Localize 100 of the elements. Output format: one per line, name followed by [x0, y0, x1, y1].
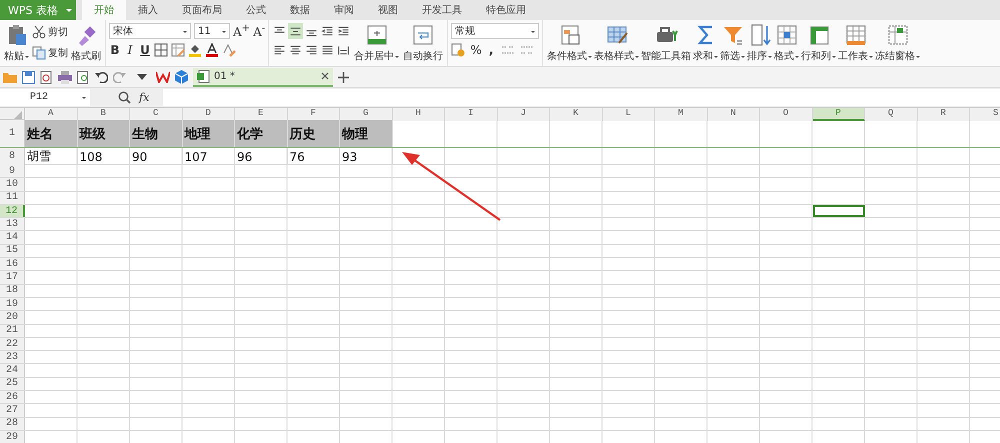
format-button[interactable]: 格式: [773, 23, 800, 63]
customize-caret-icon[interactable]: [137, 74, 147, 80]
column-header[interactable]: R: [918, 108, 970, 121]
column-header[interactable]: K: [550, 108, 602, 121]
print-preview-icon[interactable]: [77, 70, 90, 84]
ribbon-tab[interactable]: 页面布局: [170, 0, 234, 20]
row-header[interactable]: 28: [0, 418, 25, 430]
table-cell: 班级: [78, 120, 130, 147]
row-header[interactable]: 8: [0, 148, 25, 165]
row-header[interactable]: 18: [0, 284, 25, 297]
rowcol-button[interactable]: 行和列: [800, 23, 838, 63]
wps-logo-icon[interactable]: [156, 71, 170, 83]
column-header[interactable]: N: [708, 108, 760, 121]
ribbon-tab[interactable]: 审阅: [322, 0, 366, 20]
align-justify-icon: [321, 44, 334, 56]
column-header[interactable]: E: [235, 108, 288, 121]
selected-cell[interactable]: [812, 204, 865, 218]
row-header[interactable]: 23: [0, 351, 25, 364]
function-button[interactable]: fx: [139, 91, 150, 104]
print-icon[interactable]: [58, 70, 72, 84]
italic-button[interactable]: I: [124, 42, 136, 58]
close-icon[interactable]: [321, 72, 329, 80]
column-header[interactable]: G: [340, 108, 392, 121]
wrap-text-button[interactable]: 自动换行: [402, 23, 444, 63]
increase-font-size-button[interactable]: A$^{+}$: [233, 23, 250, 39]
undo-icon[interactable]: [95, 71, 108, 83]
row-header[interactable]: 25: [0, 378, 25, 390]
cube-icon[interactable]: [175, 70, 188, 84]
row-header[interactable]: 14: [0, 231, 25, 244]
toolbox-button[interactable]: 智能工具箱: [640, 23, 692, 63]
table-style-button[interactable]: 表格样式: [593, 23, 640, 63]
ribbon-tab[interactable]: 特色应用: [474, 0, 538, 20]
column-header[interactable]: S: [970, 108, 1000, 121]
merge-center-button[interactable]: 合并居中: [353, 23, 400, 63]
row-header[interactable]: 20: [0, 311, 25, 324]
bold-button[interactable]: B: [109, 42, 121, 58]
column-header[interactable]: D: [182, 108, 235, 121]
column-header[interactable]: C: [130, 108, 182, 121]
column-header[interactable]: B: [78, 108, 130, 121]
app-menu-caret-icon[interactable]: [62, 0, 76, 20]
column-header[interactable]: Q: [865, 108, 918, 121]
column-header[interactable]: M: [655, 108, 708, 121]
row-header[interactable]: 29: [0, 430, 25, 443]
align-left-icon: [273, 44, 286, 56]
cut-button[interactable]: 剪切: [32, 23, 68, 41]
export-icon[interactable]: [40, 70, 53, 84]
new-tab-icon[interactable]: [338, 72, 349, 82]
column-header[interactable]: F: [288, 108, 340, 121]
format-painter-button[interactable]: 格式刷: [70, 23, 102, 63]
row-header[interactable]: 11: [0, 192, 25, 204]
sheet-button[interactable]: 工作表: [837, 23, 874, 63]
thousands-separator-button[interactable]: ,: [485, 42, 498, 58]
row-header[interactable]: 22: [0, 338, 25, 350]
freeze-button[interactable]: 冻结窗格: [874, 23, 922, 63]
formula-input[interactable]: [163, 89, 1000, 106]
table-cell: 93: [340, 148, 392, 165]
align-middle-button[interactable]: [288, 23, 304, 39]
column-header[interactable]: J: [498, 108, 550, 121]
row-header[interactable]: 21: [0, 324, 25, 337]
conditional-button[interactable]: 条件格式: [546, 23, 594, 63]
name-box[interactable]: P12: [0, 89, 90, 106]
row-header[interactable]: 15: [0, 244, 25, 258]
font-family-dropdown[interactable]: 宋体: [109, 23, 191, 39]
paste-button[interactable]: 粘贴: [3, 23, 30, 63]
ribbon-tab[interactable]: 插入: [126, 0, 170, 20]
column-header[interactable]: O: [760, 108, 812, 121]
column-header[interactable]: H: [392, 108, 445, 121]
sort-button[interactable]: 排序: [746, 23, 774, 63]
row-header[interactable]: 13: [0, 218, 25, 230]
number-format-dropdown[interactable]: 常规: [451, 23, 540, 39]
ribbon-tab[interactable]: 视图: [366, 0, 410, 20]
column-header[interactable]: I: [445, 108, 498, 121]
underline-button[interactable]: U: [139, 42, 151, 58]
column-header[interactable]: A: [25, 108, 78, 121]
percent-button[interactable]: %: [470, 42, 482, 58]
filter-button[interactable]: 筛选: [719, 23, 746, 63]
ribbon-tab[interactable]: 公式: [234, 0, 278, 20]
ribbon-tab[interactable]: 开始: [82, 0, 126, 20]
save-icon[interactable]: [22, 70, 35, 84]
row-header[interactable]: 16: [0, 258, 25, 270]
row-header[interactable]: 19: [0, 298, 25, 310]
row-header[interactable]: 26: [0, 391, 25, 404]
document-tab[interactable]: 01 *: [193, 68, 333, 86]
row-header[interactable]: 9: [0, 165, 25, 178]
table-cell: 96: [235, 148, 288, 165]
row-header[interactable]: 17: [0, 271, 25, 284]
sum-button[interactable]: 求和: [692, 23, 720, 63]
font-size-dropdown[interactable]: 11: [194, 23, 230, 39]
row-header[interactable]: 24: [0, 364, 25, 377]
row-header[interactable]: 10: [0, 178, 25, 191]
row-header[interactable]: 27: [0, 404, 25, 417]
ribbon-tab[interactable]: 数据: [278, 0, 322, 20]
app-menu-button[interactable]: WPS 表格: [0, 0, 62, 20]
zoom-icon[interactable]: [118, 91, 131, 104]
copy-button[interactable]: 复制: [32, 44, 68, 62]
row-header[interactable]: 1: [0, 120, 25, 147]
decrease-font-size-button[interactable]: A$^{-}$: [253, 23, 266, 39]
table-cell: 胡雪: [25, 148, 78, 165]
column-header[interactable]: L: [602, 108, 655, 121]
ribbon-tab[interactable]: 开发工具: [410, 0, 474, 20]
